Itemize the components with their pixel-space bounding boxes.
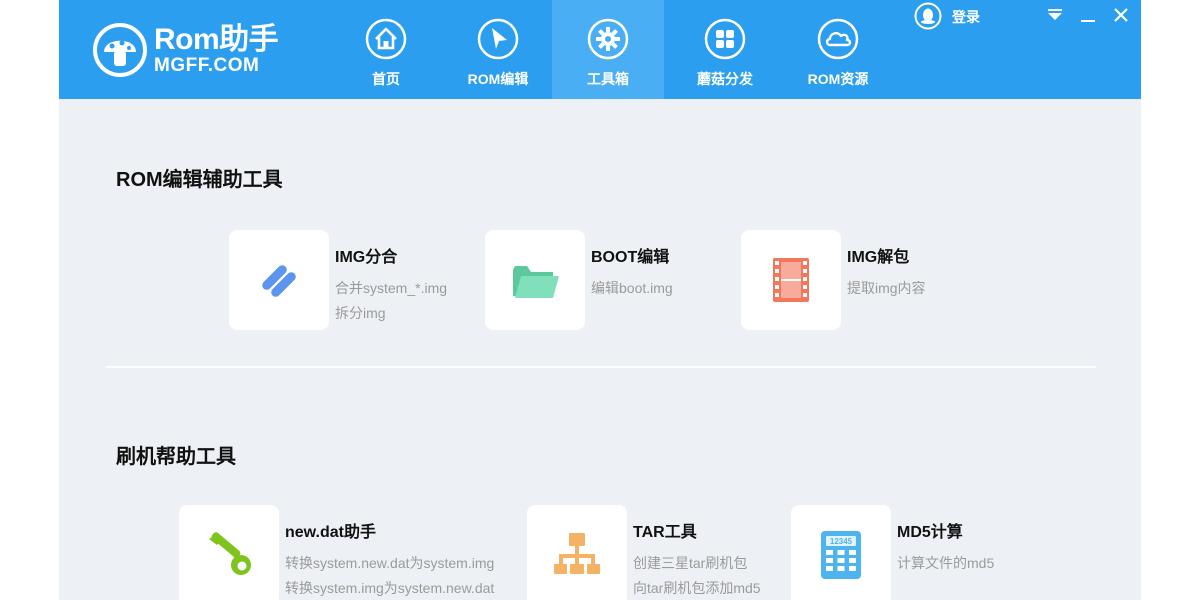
login-label: 登录 xyxy=(952,9,980,25)
section-divider xyxy=(106,366,1096,368)
logo: Rom助手 MGFF.COM xyxy=(92,20,322,80)
logo-domain-text: MGFF.COM xyxy=(154,55,260,76)
section-title-flash-help-tools: 刷机帮助工具 xyxy=(116,446,236,468)
tool-name: IMG解包 xyxy=(847,249,910,266)
tool-icon-tile xyxy=(741,230,841,330)
tab-mushroom-distribute[interactable]: 蘑菇分发 xyxy=(669,0,781,99)
logo-brand-text: Rom助手 xyxy=(154,23,279,56)
calculator-display-text: 12345 xyxy=(830,537,853,546)
tool-description: 编辑boot.img xyxy=(591,280,673,296)
dropdown-icon[interactable] xyxy=(1044,4,1066,26)
calculator-icon: 12345 xyxy=(821,531,861,579)
tool-tar[interactable]: TAR工具 创建三星tar刷机包 向tar刷机包添加md5 xyxy=(527,505,777,600)
header-bar: Rom助手 MGFF.COM 首页 ROM编辑 工具箱 蘑菇分发 ROM资源 登… xyxy=(59,0,1141,99)
tool-description: 拆分img xyxy=(335,305,386,321)
tool-img-unpack[interactable]: IMG解包 提取img内容 xyxy=(741,230,961,330)
tool-description: 转换system.img为system.new.dat xyxy=(285,580,495,596)
close-icon[interactable] xyxy=(1110,4,1132,26)
home-icon xyxy=(365,18,407,60)
tool-icon-tile xyxy=(527,505,627,600)
tool-description: 计算文件的md5 xyxy=(897,555,995,571)
tool-description: 创建三星tar刷机包 xyxy=(633,555,748,571)
tab-toolbox-label: 工具箱 xyxy=(587,71,629,87)
tab-home-label: 首页 xyxy=(372,71,400,87)
tool-name: TAR工具 xyxy=(633,524,697,541)
grid-icon xyxy=(704,18,746,60)
tab-rom-edit[interactable]: ROM编辑 xyxy=(442,0,554,99)
qq-penguin-icon xyxy=(914,2,942,30)
tool-icon-tile xyxy=(485,230,585,330)
tab-toolbox[interactable]: 工具箱 xyxy=(552,0,664,99)
wrench-icon xyxy=(209,532,251,575)
tool-icon-tile xyxy=(229,230,329,330)
tool-boot-edit[interactable]: BOOT编辑 编辑boot.img xyxy=(485,230,705,330)
mushroom-logo-icon xyxy=(93,23,147,77)
cloud-icon xyxy=(817,18,859,60)
tool-icon-tile: 12345 xyxy=(791,505,891,600)
minimize-icon[interactable] xyxy=(1077,4,1099,26)
tab-mushroom-distribute-label: 蘑菇分发 xyxy=(697,71,753,87)
tool-description: 转换system.new.dat为system.img xyxy=(285,555,495,571)
tool-description: 提取img内容 xyxy=(847,280,926,296)
tool-description: 合并system_*.img xyxy=(335,280,448,296)
app-window: Rom助手 MGFF.COM 首页 ROM编辑 工具箱 蘑菇分发 ROM资源 登… xyxy=(59,0,1141,600)
section-title-rom-edit-tools: ROM编辑辅助工具 xyxy=(116,169,283,191)
gear-icon xyxy=(587,18,629,60)
cursor-arrow-icon xyxy=(477,18,519,60)
tool-description: 向tar刷机包添加md5 xyxy=(633,580,761,596)
tool-new-dat-helper[interactable]: new.dat助手 转换system.new.dat为system.img 转换… xyxy=(179,505,509,600)
tool-name: MD5计算 xyxy=(897,524,963,541)
tool-name: BOOT编辑 xyxy=(591,249,670,266)
tool-icon-tile xyxy=(179,505,279,600)
folder-icon xyxy=(513,266,559,298)
tool-img-split-merge[interactable]: IMG分合 合并system_*.img 拆分img xyxy=(229,230,469,330)
tab-rom-edit-label: ROM编辑 xyxy=(467,71,529,87)
hierarchy-icon xyxy=(554,533,600,574)
tab-home[interactable]: 首页 xyxy=(330,0,442,99)
link-icon xyxy=(262,265,296,297)
tool-name: IMG分合 xyxy=(335,249,398,266)
film-icon xyxy=(773,258,809,302)
tool-md5-calc[interactable]: 12345 MD5计算 计算文件的md5 xyxy=(791,505,1031,600)
tab-rom-resources[interactable]: ROM资源 xyxy=(782,0,894,99)
tool-name: new.dat助手 xyxy=(285,524,376,541)
tab-rom-resources-label: ROM资源 xyxy=(807,71,869,87)
